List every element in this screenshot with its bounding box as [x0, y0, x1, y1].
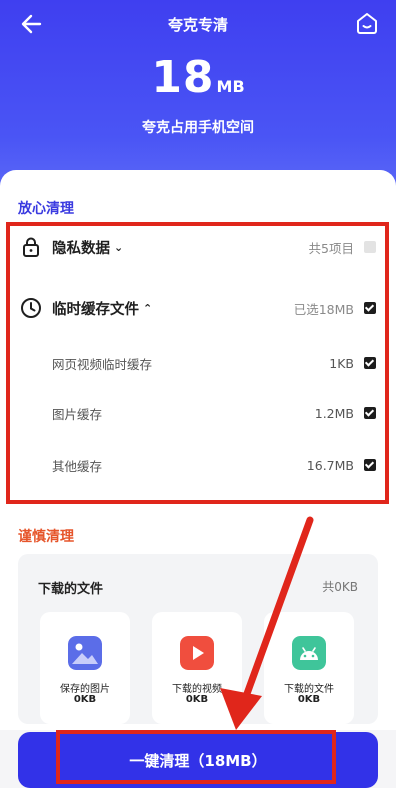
- downloaded-files-title: 下载的文件: [38, 582, 104, 597]
- page-title: 夸克专清: [167, 16, 228, 34]
- storage-subtitle: 夸克占用手机空间: [142, 120, 254, 136]
- tile-label: 下载的视频: [172, 684, 222, 695]
- storage-size-value: 18: [151, 52, 215, 103]
- downloaded-files-total: 共0KB: [322, 580, 358, 594]
- home-icon[interactable]: [354, 10, 380, 36]
- tile-size: 0KB: [185, 694, 209, 705]
- downloaded-videos-tile[interactable]: 下载的视频 0KB: [152, 612, 242, 724]
- storage-size-unit: MB: [216, 77, 245, 96]
- tile-label: 下载的文件: [284, 684, 334, 695]
- careful-clean-title: 谨慎清理: [18, 529, 74, 545]
- annotation-box-cache: [6, 222, 389, 504]
- tile-size: 0KB: [73, 694, 97, 705]
- safe-clean-title: 放心清理: [18, 201, 74, 217]
- android-icon: [292, 636, 326, 670]
- tile-label: 保存的图片: [60, 684, 110, 695]
- annotation-box-button: [56, 730, 336, 784]
- downloaded-files-tile[interactable]: 下载的文件 0KB: [264, 612, 354, 724]
- storage-size: 18 MB: [0, 52, 396, 103]
- image-icon: [68, 636, 102, 670]
- play-icon: [180, 636, 214, 670]
- saved-images-tile[interactable]: 保存的图片 0KB: [40, 612, 130, 724]
- downloaded-files-panel: 下载的文件 共0KB 保存的图片 0KB 下载的视频 0KB 下载的文件 0KB: [18, 554, 378, 724]
- tile-size: 0KB: [297, 694, 321, 705]
